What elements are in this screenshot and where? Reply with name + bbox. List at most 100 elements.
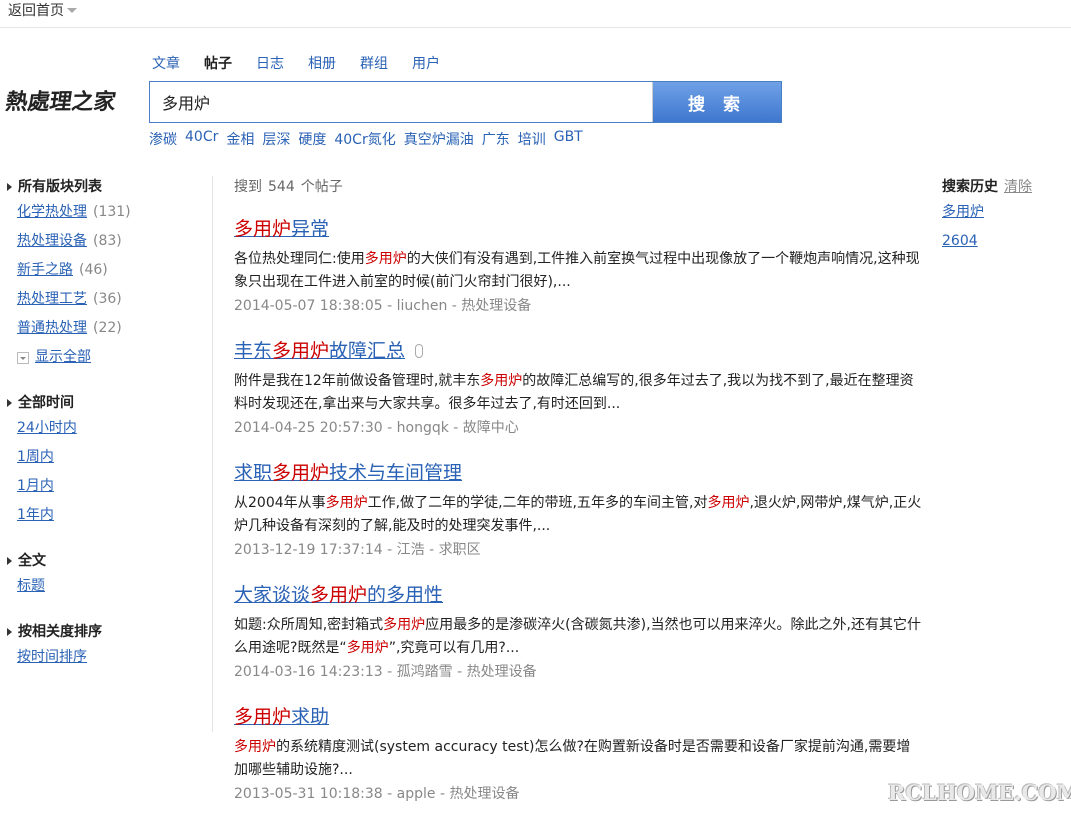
hot-keyword-link[interactable]: 硬度 (298, 129, 326, 149)
tab-posts[interactable]: 帖子 (204, 53, 232, 73)
forum-count: (36) (93, 291, 122, 307)
show-all-link[interactable]: 显示全部 (35, 343, 91, 372)
forum-filter-item: 热处理设备 (83) (7, 227, 207, 256)
result-snippet: 如题:众所周知,密封箱式多用炉应用最多的是渗碳淬火(含碳氮共渗),当然也可以用来… (234, 617, 921, 656)
result-title-link[interactable]: 大家谈谈 多用炉 的多用性 (234, 582, 443, 608)
history-link[interactable]: 2604 (942, 233, 978, 249)
history-link[interactable]: 多用炉 (942, 204, 984, 220)
time-filter-group: 全部时间 24小时内 1周内 1月内 1年内 (7, 392, 207, 530)
keyword-highlight: 多用炉 (383, 617, 426, 633)
site-logo[interactable]: 熱處理之家 (4, 84, 119, 116)
search-input[interactable] (150, 82, 653, 122)
keyword-highlight: 多用炉 (272, 340, 330, 362)
search-box: 搜 索 (149, 81, 782, 123)
hot-keyword-link[interactable]: 层深 (262, 129, 290, 149)
result-title-link[interactable]: 丰东 多用炉 故障汇总 (234, 338, 424, 364)
triangle-right-icon (7, 557, 12, 565)
scope-filter-item: 标题 (7, 572, 207, 601)
forum-filter-item: 热处理工艺 (36) (7, 285, 207, 314)
hot-keyword-link[interactable]: GBT (554, 129, 583, 149)
result-snippet: 多用炉的系统精度测试(system accuracy test)怎么做?在购置新… (234, 739, 911, 778)
forum-count: (22) (93, 320, 122, 336)
results-list: 搜到 544 个帖子 多用炉 异常 各位热处理同仁:使用多用炉的大侠们有没有遇到,工件推… (234, 176, 924, 816)
tab-groups[interactable]: 群组 (360, 53, 388, 73)
search-button[interactable]: 搜 索 (653, 82, 781, 122)
forum-filter-item: 普通热处理 (22) (7, 314, 207, 343)
expand-icon[interactable] (17, 351, 29, 364)
keyword-highlight: 多用炉 (310, 584, 368, 606)
time-filter-item: 24小时内 (7, 414, 207, 443)
result-meta: 2013-12-19 17:37:14 - 江浩 - 求职区 (234, 542, 481, 558)
keyword-highlight: 多用炉 (234, 739, 276, 755)
result-meta: 2014-03-16 14:23:13 - 孤鸿踏雪 - 热处理设备 (234, 664, 537, 680)
show-all-forums: 显示全部 (7, 343, 207, 372)
column-divider (212, 176, 213, 732)
hot-keyword-link[interactable]: 培训 (518, 129, 546, 149)
sort-by-time-link[interactable]: 按时间排序 (17, 649, 87, 665)
site-watermark: RCLHOME.COM (888, 780, 1071, 805)
result-snippet: 从2004年从事多用炉工作,做了二年的学徒,二年的带班,五年多的车间主管,对多用… (234, 495, 922, 534)
clear-history-link[interactable]: 清除 (1004, 176, 1032, 198)
history-item: 多用炉 (942, 198, 1062, 227)
result-meta: 2013-05-31 10:18:38 - apple - 热处理设备 (234, 786, 520, 802)
hot-keyword-link[interactable]: 广东 (482, 129, 510, 149)
result-snippet: 附件是我在12年前做设备管理时,就丰东多用炉的故障汇总编写的,很多年过去了,我以… (234, 373, 914, 412)
tab-blogs[interactable]: 日志 (256, 53, 284, 73)
result-item: 求职 多用炉 技术与车间管理从2004年从事多用炉工作,做了二年的学徒,二年的带班,… (234, 460, 924, 562)
result-item: 多用炉 求助多用炉的系统精度测试(system accuracy test)怎么做… (234, 704, 924, 806)
forum-filter-link[interactable]: 热处理工艺 (17, 291, 87, 307)
triangle-right-icon (7, 628, 12, 636)
forum-filter-group: 所有版块列表 化学热处理 (131) 热处理设备 (83) 新手之路 (46) 热处理… (7, 176, 207, 372)
result-title-link[interactable]: 多用炉 求助 (234, 704, 329, 730)
results-container: 多用炉 异常各位热处理同仁:使用多用炉的大侠们有没有遇到,工件推入前室换气过程中出… (234, 216, 924, 806)
hot-keyword-link[interactable]: 真空炉漏油 (404, 129, 474, 149)
keyword-highlight: 多用炉 (272, 462, 330, 484)
result-item: 大家谈谈 多用炉 的多用性如题:众所周知,密封箱式多用炉应用最多的是渗碳淬火(含碳氮… (234, 582, 924, 684)
time-filter-item: 1周内 (7, 443, 207, 472)
forum-filter-link[interactable]: 普通热处理 (17, 320, 87, 336)
forum-count: (131) (93, 204, 131, 220)
tab-users[interactable]: 用户 (412, 53, 440, 73)
keyword-highlight: 多用炉 (707, 495, 750, 511)
tab-articles[interactable]: 文章 (152, 53, 180, 73)
time-filter-link[interactable]: 1周内 (17, 449, 54, 465)
sort-filter-group: 按相关度排序 按时间排序 (7, 621, 207, 672)
keyword-highlight: 多用炉 (480, 373, 523, 389)
forum-filter-link[interactable]: 新手之路 (17, 262, 73, 278)
hot-keyword-link[interactable]: 渗碳 (149, 129, 177, 149)
triangle-right-icon (7, 183, 12, 191)
result-title-link[interactable]: 求职 多用炉 技术与车间管理 (234, 460, 462, 486)
result-snippet: 各位热处理同仁:使用多用炉的大侠们有没有遇到,工件推入前室换气过程中出现像放了一… (234, 251, 920, 290)
forum-filter-link[interactable]: 热处理设备 (17, 233, 87, 249)
filter-sidebar: 所有版块列表 化学热处理 (131) 热处理设备 (83) 新手之路 (46) 热处理… (7, 176, 207, 692)
forum-count: (46) (79, 262, 108, 278)
search-history-header: 搜索历史 清除 (942, 176, 1062, 198)
hot-keyword-link[interactable]: 40Cr (185, 129, 218, 149)
time-filter-link[interactable]: 1月内 (17, 478, 54, 494)
keyword-highlight: 多用炉 (234, 706, 292, 728)
top-bar: 返回首页 (0, 0, 1071, 28)
keyword-highlight: 多用炉 (364, 251, 407, 267)
keyword-highlight: 多用炉 (234, 218, 292, 240)
scope-filter-group: 全文 标题 (7, 550, 207, 601)
search-type-tabs: 文章 帖子 日志 相册 群组 用户 (152, 53, 464, 73)
time-filter-link[interactable]: 1年内 (17, 507, 54, 523)
forum-filter-link[interactable]: 化学热处理 (17, 204, 87, 220)
results-count: 544 (268, 179, 295, 195)
forum-filter-item: 化学热处理 (131) (7, 198, 207, 227)
scope-filter-link[interactable]: 标题 (17, 578, 45, 594)
hot-keyword-link[interactable]: 40Cr氮化 (334, 129, 395, 149)
result-meta: 2014-05-07 18:38:05 - liuchen - 热处理设备 (234, 298, 532, 314)
back-home-label: 返回首页 (8, 3, 64, 19)
sort-filter-item: 按时间排序 (7, 643, 207, 672)
tab-albums[interactable]: 相册 (308, 53, 336, 73)
time-filter-link[interactable]: 24小时内 (17, 420, 77, 436)
hot-keyword-link[interactable]: 金相 (226, 129, 254, 149)
back-home-link[interactable]: 返回首页 (8, 0, 77, 20)
search-history: 搜索历史 清除 多用炉 2604 (942, 176, 1062, 256)
result-title-link[interactable]: 多用炉 异常 (234, 216, 329, 242)
time-filter-item: 1年内 (7, 501, 207, 530)
result-meta: 2014-04-25 20:57:30 - hongqk - 故障中心 (234, 420, 519, 436)
scope-filter-title: 全文 (7, 550, 207, 572)
hot-keywords: 渗碳 40Cr 金相 层深 硬度 40Cr氮化 真空炉漏油 广东 培训 GBT (149, 129, 591, 149)
